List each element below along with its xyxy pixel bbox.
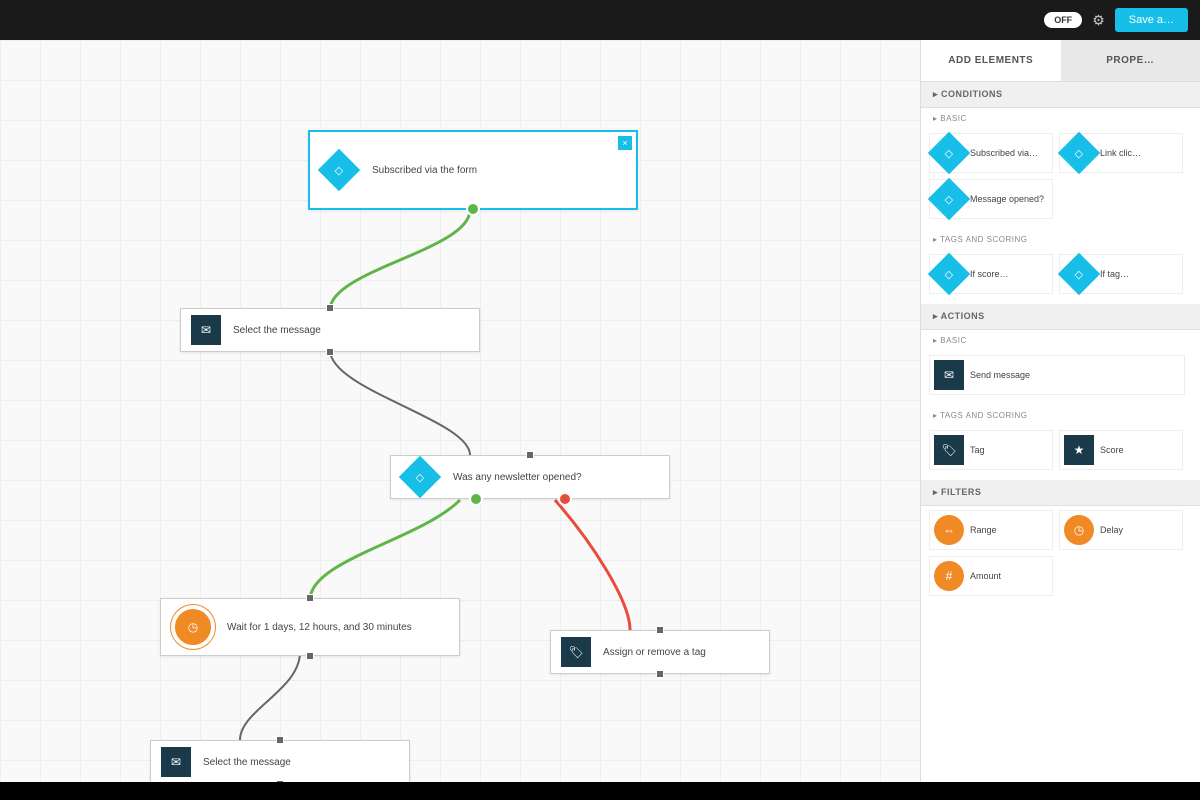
filters-grid: ⇔ Range ◷ Delay # Amount [921, 506, 1200, 606]
node-close-button[interactable]: × [618, 136, 632, 150]
element-if-score[interactable]: ◇ If score… [929, 254, 1053, 294]
port-in[interactable] [526, 451, 534, 459]
item-label: Range [970, 525, 997, 536]
message-icon: ✉ [161, 747, 191, 777]
port-out[interactable] [326, 348, 334, 356]
element-subscribed[interactable]: ◇ Subscribed via… [929, 133, 1053, 173]
actions-tags-grid: 🏷 Tag ★ Score [921, 426, 1200, 480]
settings-icon[interactable]: ⚙ [1092, 12, 1105, 29]
item-label: Delay [1100, 525, 1123, 536]
element-range[interactable]: ⇔ Range [929, 510, 1053, 550]
tag-icon: 🏷 [561, 637, 591, 667]
main-area: ◇ Subscribed via the form × ✉ Select the… [0, 40, 1200, 782]
item-label: If tag… [1100, 269, 1129, 280]
bottom-bar [0, 782, 1200, 800]
port-in[interactable] [276, 736, 284, 744]
node-assign-tag[interactable]: 🏷 Assign or remove a tag [550, 630, 770, 674]
subsection-basic-actions: ▸ BASIC [921, 330, 1200, 351]
port-yes-icon[interactable] [466, 202, 480, 216]
item-label: If score… [970, 269, 1009, 280]
amount-icon: # [934, 561, 964, 591]
range-icon: ⇔ [934, 515, 964, 545]
node-select-message-2[interactable]: ✉ Select the message [150, 740, 410, 782]
node-label: Wait for 1 days, 12 hours, and 30 minute… [227, 622, 412, 633]
workflow-toggle[interactable]: OFF [1044, 12, 1082, 28]
port-out[interactable] [656, 670, 664, 678]
item-label: Send message [970, 370, 1030, 381]
port-no-icon[interactable] [558, 492, 572, 506]
section-filters[interactable]: ▸ FILTERS [921, 480, 1200, 506]
node-label: Select the message [233, 325, 321, 336]
subsection-basic: ▸ BASIC [921, 108, 1200, 129]
port-yes-icon[interactable] [469, 492, 483, 506]
clock-icon: ◷ [171, 605, 215, 649]
node-label: Was any newsletter opened? [453, 472, 582, 483]
node-select-message-1[interactable]: ✉ Select the message [180, 308, 480, 352]
actions-basic-grid: ✉ Send message [921, 351, 1200, 405]
element-if-tag[interactable]: ◇ If tag… [1059, 254, 1183, 294]
element-message-opened[interactable]: ◇ Message opened? [929, 179, 1053, 219]
app-root: OFF ⚙ Save a… ◇ Subscribed via the form … [0, 0, 1200, 800]
message-icon: ✉ [934, 360, 964, 390]
workflow-canvas[interactable]: ◇ Subscribed via the form × ✉ Select the… [0, 40, 920, 782]
node-subscribed[interactable]: ◇ Subscribed via the form × [308, 130, 638, 210]
condition-icon: ◇ [399, 456, 441, 498]
item-label: Amount [970, 571, 1001, 582]
port-in[interactable] [306, 594, 314, 602]
tab-properties[interactable]: PROPE… [1061, 40, 1200, 81]
tag-icon: 🏷 [934, 435, 964, 465]
item-label: Link clic… [1100, 148, 1141, 159]
section-actions[interactable]: ▸ ACTIONS [921, 304, 1200, 330]
condition-icon: ◇ [928, 178, 970, 220]
element-tag[interactable]: 🏷 Tag [929, 430, 1053, 470]
score-icon: ★ [1064, 435, 1094, 465]
node-newsletter-opened[interactable]: ◇ Was any newsletter opened? [390, 455, 670, 499]
side-panel: ADD ELEMENTS PROPE… ▸ CONDITIONS ▸ BASIC… [920, 40, 1200, 782]
save-button[interactable]: Save a… [1115, 8, 1188, 32]
port-in[interactable] [656, 626, 664, 634]
item-label: Subscribed via… [970, 148, 1038, 159]
element-amount[interactable]: # Amount [929, 556, 1053, 596]
item-label: Score [1100, 445, 1124, 456]
port-in[interactable] [326, 304, 334, 312]
node-label: Subscribed via the form [372, 165, 477, 176]
subsection-tags-scoring: ▸ TAGS AND SCORING [921, 229, 1200, 250]
node-wait[interactable]: ◷ Wait for 1 days, 12 hours, and 30 minu… [160, 598, 460, 656]
tab-add-elements[interactable]: ADD ELEMENTS [921, 40, 1061, 81]
panel-tabs: ADD ELEMENTS PROPE… [921, 40, 1200, 82]
element-score[interactable]: ★ Score [1059, 430, 1183, 470]
clock-icon: ◷ [1064, 515, 1094, 545]
element-send-message[interactable]: ✉ Send message [929, 355, 1185, 395]
node-label: Assign or remove a tag [603, 647, 706, 658]
element-delay[interactable]: ◷ Delay [1059, 510, 1183, 550]
condition-icon: ◇ [928, 132, 970, 174]
port-out[interactable] [276, 780, 284, 782]
section-conditions[interactable]: ▸ CONDITIONS [921, 82, 1200, 108]
element-link-clicked[interactable]: ◇ Link clic… [1059, 133, 1183, 173]
item-label: Tag [970, 445, 985, 456]
conditions-basic-grid: ◇ Subscribed via… ◇ Link clic… ◇ Message… [921, 129, 1200, 229]
condition-icon: ◇ [1058, 132, 1100, 174]
condition-icon: ◇ [1058, 253, 1100, 295]
subsection-tags-scoring-actions: ▸ TAGS AND SCORING [921, 405, 1200, 426]
condition-icon: ◇ [928, 253, 970, 295]
user-icon: ◇ [318, 149, 360, 191]
node-label: Select the message [203, 757, 291, 768]
conditions-tags-grid: ◇ If score… ◇ If tag… [921, 250, 1200, 304]
port-out[interactable] [306, 652, 314, 660]
message-icon: ✉ [191, 315, 221, 345]
top-bar: OFF ⚙ Save a… [0, 0, 1200, 40]
item-label: Message opened? [970, 194, 1044, 205]
